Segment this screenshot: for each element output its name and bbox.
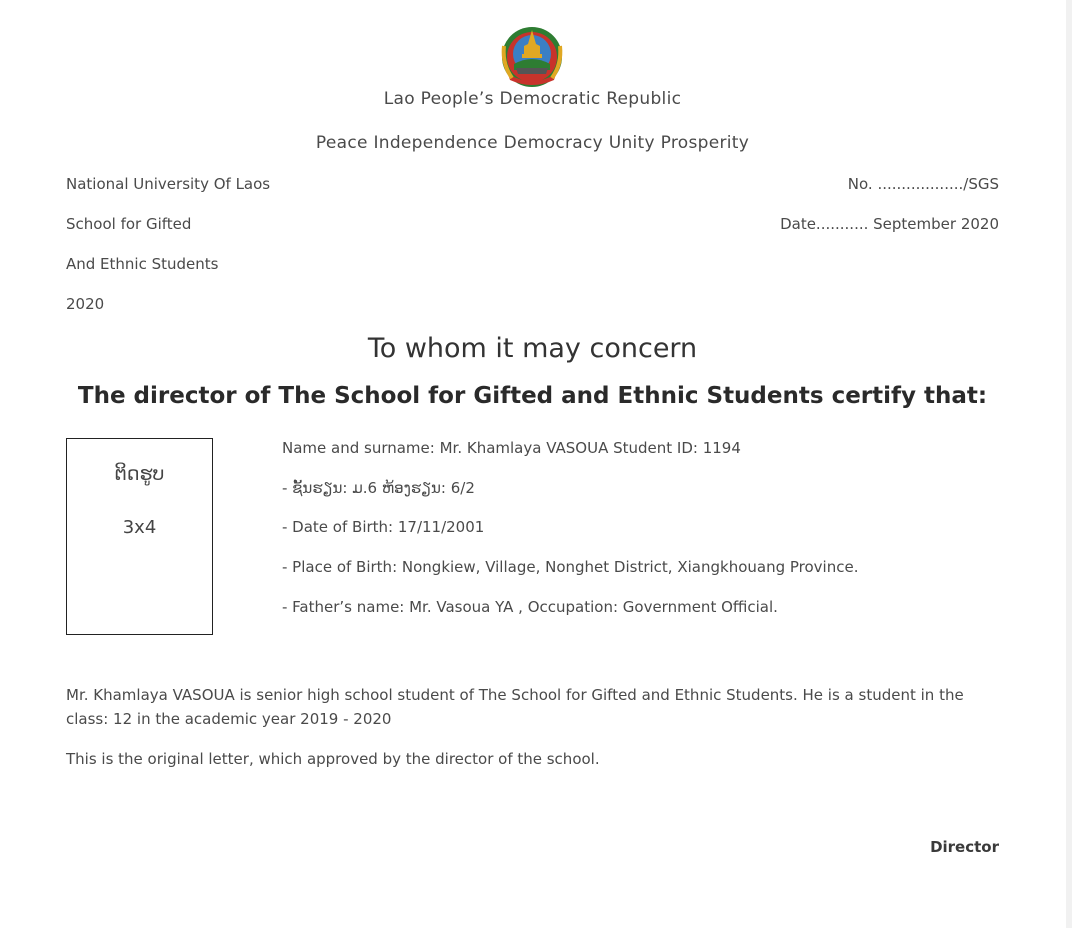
page-edge — [1066, 0, 1072, 928]
country-name: Lao People’s Democratic Republic — [383, 89, 682, 109]
lao-national-emblem-icon — [501, 27, 563, 87]
photo-size: 3x4 — [122, 517, 157, 538]
national-motto: Peace Independence Democracy Unity Prosp… — [315, 133, 750, 153]
issuer-line-school: School for Gifted — [66, 215, 192, 233]
photo-placeholder: ຕິດຮູບ 3x4 — [66, 438, 213, 635]
issuer-line-university: National University Of Laos — [66, 175, 271, 193]
issuer-line-year: 2020 — [66, 295, 105, 313]
student-dob: - Date of Birth: 17/11/2001 — [282, 518, 485, 536]
body-paragraph-status: Mr. Khamlaya VASOUA is senior high schoo… — [66, 686, 964, 728]
reference-number: No. ................../SGS — [847, 175, 999, 193]
certify-heading: The director of The School for Gifted an… — [77, 383, 988, 409]
student-class: - ຊັ້ນຮຽນ: ມ.6 ຫ້ອງຮຽນ: 6/2 — [282, 479, 475, 497]
photo-label: ຕິດຮູບ — [114, 463, 165, 485]
signature-title: Director — [930, 838, 999, 856]
reference-date: Date........... September 2020 — [780, 215, 999, 233]
body-paragraph-approval: This is the original letter, which appro… — [66, 750, 600, 768]
letter-title: To whom it may concern — [367, 333, 698, 364]
issuer-line-ethnic: And Ethnic Students — [66, 255, 219, 273]
student-pob: - Place of Birth: Nongkiew, Village, Non… — [282, 558, 859, 576]
student-name: Name and surname: Mr. Khamlaya VASOUA St… — [282, 439, 741, 457]
student-father: - Father’s name: Mr. Vasoua YA , Occupat… — [282, 598, 778, 616]
